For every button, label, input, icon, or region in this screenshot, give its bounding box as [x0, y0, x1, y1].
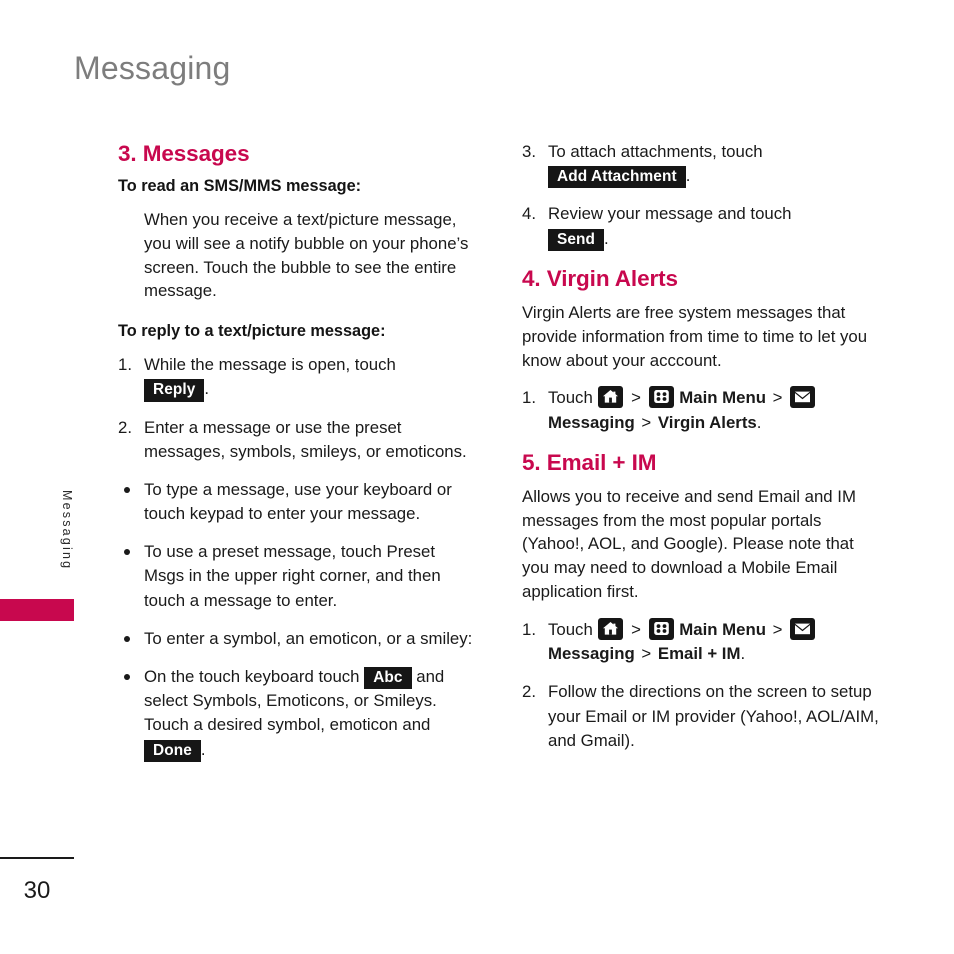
email-im-step-2: 2. Follow the directions on the screen t…: [522, 680, 880, 753]
list-item: To type a message, use your keyboard or …: [118, 478, 476, 526]
step-text: Follow the directions on the screen to s…: [548, 682, 879, 750]
breadcrumb-separator: >: [641, 412, 652, 432]
step-text: Enter a message or use the preset messag…: [144, 417, 467, 461]
step-item-1: 1. While the message is open, touch Repl…: [118, 353, 476, 402]
period: .: [740, 644, 746, 664]
breadcrumb-separator: >: [772, 620, 783, 639]
step-item-3: 3. To attach attachments, touch Add Atta…: [522, 140, 880, 189]
footer-divider: [0, 857, 74, 859]
step-marker: 2.: [522, 682, 536, 702]
key-badge-done[interactable]: Done: [144, 739, 201, 762]
key-badge-abc[interactable]: Abc: [364, 667, 412, 690]
step-marker: 1.: [522, 620, 536, 639]
key-badge-send[interactable]: Send: [548, 228, 605, 251]
sidebar-chapter-tab: [0, 599, 74, 621]
main-menu-grid-icon[interactable]: [648, 618, 674, 640]
step-item-2: 2. Enter a message or use the preset mes…: [118, 416, 476, 464]
list-item-text: To enter a symbol, an emoticon, or a smi…: [144, 628, 473, 648]
target-label: Virgin Alerts: [657, 412, 757, 432]
main-menu-label: Main Menu: [679, 388, 766, 408]
envelope-icon[interactable]: [790, 618, 816, 640]
main-menu-label: Main Menu: [679, 620, 766, 639]
bullet-dot-icon: [124, 486, 130, 493]
home-icon[interactable]: [598, 618, 624, 640]
bullet-dot-icon: [124, 635, 130, 642]
list-item-text-tail: .: [200, 739, 206, 759]
main-menu-grid-icon[interactable]: [648, 386, 674, 409]
left-column: 3. Messages To read an SMS/MMS message: …: [118, 140, 476, 776]
bullet-dot-icon: [124, 674, 130, 681]
key-badge-add-attachment[interactable]: Add Attachment: [548, 166, 686, 189]
breadcrumb-separator: >: [631, 388, 641, 408]
breadcrumb-separator: >: [772, 388, 783, 408]
virgin-alerts-paragraph: Virgin Alerts are free system messages t…: [522, 302, 868, 370]
sidebar-chapter-label: Messaging: [60, 489, 74, 571]
step-item-4: 4. Review your message and touch Send.: [522, 202, 880, 251]
breadcrumb-separator: >: [641, 644, 652, 664]
list-item-text: On the touch keyboard touch: [144, 667, 360, 687]
virgin-alerts-step-1: 1. Touch > Main Menu > Messaging > Virgi…: [522, 386, 880, 434]
step-text-tail: .: [685, 166, 691, 186]
step-text: To attach attachments, touch: [548, 142, 763, 161]
step-text: While the message is open, touch: [144, 355, 396, 375]
list-item: To use a preset message, touch Preset Ms…: [118, 540, 476, 613]
envelope-icon[interactable]: [790, 386, 816, 409]
step-text: Review your message and touch: [548, 204, 792, 224]
key-badge-reply[interactable]: Reply: [144, 379, 205, 402]
home-icon[interactable]: [598, 386, 624, 409]
step-marker: 2.: [118, 417, 132, 437]
breadcrumb-separator: >: [631, 620, 641, 639]
bullet-dot-icon: [124, 549, 130, 556]
section-heading-messages: 3. Messages: [118, 141, 250, 166]
touch-label: Touch: [548, 388, 593, 408]
touch-label: Touch: [548, 620, 593, 639]
period: .: [756, 412, 762, 432]
step-text-tail: .: [204, 379, 210, 399]
step-marker: 4.: [522, 204, 536, 224]
list-item-keyboard-symbols: On the touch keyboard touch Abc and sele…: [118, 665, 476, 762]
messaging-label: Messaging: [548, 412, 635, 432]
list-item: To enter a symbol, an emoticon, or a smi…: [118, 627, 476, 651]
step-marker: 3.: [522, 142, 536, 161]
section-heading-virgin-alerts: 4. Virgin Alerts: [522, 265, 678, 291]
email-im-step-1: 1. Touch > Main Menu > Messaging > Email…: [522, 618, 880, 666]
right-column: 3. To attach attachments, touch Add Atta…: [522, 140, 880, 767]
step-marker: 1.: [118, 355, 132, 375]
email-im-paragraph: Allows you to receive and send Email and…: [522, 486, 856, 602]
target-label: Email + IM: [657, 644, 741, 664]
step-text-tail: .: [604, 228, 609, 248]
subheading-reply-message: To reply to a text/picture message:: [118, 322, 386, 341]
subheading-read-message: To read an SMS/MMS message:: [118, 177, 362, 195]
step-marker: 1.: [522, 388, 536, 408]
list-item-text: To use a preset message, touch Preset Ms…: [144, 542, 441, 610]
section-heading-email-im: 5. Email + IM: [522, 449, 657, 475]
list-item-text: To type a message, use your keyboard or …: [144, 479, 452, 524]
page-title: Messaging: [74, 50, 231, 86]
page-number: 30: [23, 877, 51, 904]
read-message-paragraph: When you receive a text/picture message,…: [144, 209, 469, 301]
messaging-label: Messaging: [548, 644, 635, 664]
